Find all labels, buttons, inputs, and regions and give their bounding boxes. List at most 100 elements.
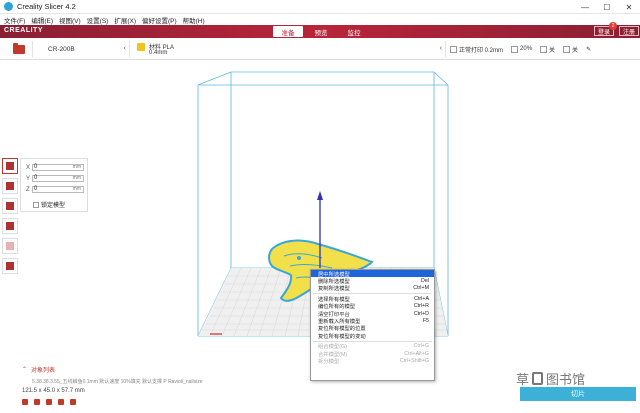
checkbox-icon — [33, 201, 39, 208]
maximize-button[interactable]: ☐ — [596, 0, 618, 14]
expand-arrow-icon: ⌃ — [22, 367, 28, 373]
edit-settings-button[interactable]: ✎ — [586, 46, 591, 53]
support-setting[interactable]: 关 — [540, 45, 555, 54]
mirror-tool[interactable] — [2, 218, 18, 234]
view-front-icon[interactable] — [34, 399, 40, 405]
menu-item-label: 复制所选模型 — [318, 286, 350, 293]
z-position-input[interactable]: 0 mm — [32, 186, 84, 193]
material-icon — [137, 43, 145, 51]
minimize-button[interactable]: — — [574, 0, 596, 14]
z-value: 0 — [34, 186, 38, 192]
adhesion-setting[interactable]: 关 — [563, 45, 578, 54]
y-unit: mm — [72, 175, 81, 181]
chevron-left-icon: ‹ — [439, 45, 442, 52]
menu-item-shortcut: Ctrl+G — [413, 343, 429, 350]
menu-item-shortcut: Ctrl+A — [414, 295, 429, 302]
menu-item-shortcut: Ctrl+D — [413, 310, 429, 317]
menu-item-label: 复位所有模型的变动 — [318, 333, 366, 340]
x-value: 0 — [34, 164, 38, 170]
profile-icon — [450, 45, 457, 53]
menu-edit[interactable]: 编辑(E) — [31, 15, 53, 25]
profile-label: 正常打印 0.2mm — [459, 47, 504, 54]
app-header: CREALITY 准备 预览 监控 登录 2 注册 — [0, 22, 640, 38]
x-position-input[interactable]: 0 mm — [32, 164, 84, 171]
scale-icon — [6, 182, 14, 190]
menu-item-shortcut: Ctrl+R — [413, 303, 429, 310]
support-label: 关 — [549, 47, 556, 54]
printer-selector[interactable]: CR-200B ‹ — [40, 41, 130, 57]
context-menu: 居中所选模型 删除所选模型 Del 复制所选模型 Ctrl+M 选择所有模型 Ctrl… — [310, 269, 435, 381]
menu-extensions[interactable]: 扩展(X) — [114, 15, 136, 25]
rotate-icon — [6, 202, 14, 210]
menu-item-shortcut: Ctrl+M — [413, 285, 429, 292]
support-blocker-tool[interactable] — [2, 258, 18, 274]
mirror-icon — [6, 222, 14, 230]
per-model-settings-tool[interactable] — [2, 238, 18, 254]
view-top-icon[interactable] — [46, 399, 52, 405]
x-unit: mm — [72, 164, 81, 170]
lock-model-checkbox[interactable]: 锁定模型 — [33, 200, 65, 209]
rotate-tool[interactable] — [2, 198, 18, 214]
view-right-icon[interactable] — [70, 399, 76, 405]
print-settings[interactable]: 正常打印 0.2mm 20% 关 关 ✎ — [450, 41, 640, 57]
move-tool[interactable] — [2, 158, 18, 174]
nozzle-size: 0.4mm — [149, 50, 168, 56]
creality-logo: CREALITY — [4, 27, 43, 34]
infill-icon — [511, 45, 519, 53]
menu-view[interactable]: 视图(V) — [59, 15, 81, 25]
slice-button[interactable]: 切片 — [520, 387, 636, 401]
menu-item-shortcut: Ctrl+Shift+G — [399, 357, 429, 364]
tab-monitor[interactable]: 监控 — [339, 26, 369, 37]
menu-item-reset-transforms[interactable]: 复位所有模型的变动 — [311, 332, 434, 340]
close-button[interactable]: ✕ — [618, 0, 640, 14]
menu-bar: 文件(F) 编辑(E) 视图(V) 设置(S) 扩展(X) 偏好设置(P) 帮助… — [0, 14, 640, 25]
object-list-item[interactable]: 5.38.38.3.55_五线鳞鱼0.1mm 默认速度 10%填充 默认支撑 P… — [32, 378, 203, 385]
object-list: ⌃ 对象列表 5.38.38.3.55_五线鳞鱼0.1mm 默认速度 10%填充… — [22, 365, 282, 410]
menu-preferences[interactable]: 偏好设置(P) — [142, 15, 177, 25]
infill-setting[interactable]: 20% — [511, 45, 533, 53]
watermark-text-left: 草 — [516, 373, 530, 388]
menu-item-multiply-selected[interactable]: 复制所选模型 Ctrl+M — [311, 285, 434, 292]
window-title: Creality Slicer 4.2 — [17, 2, 76, 11]
model-dimensions: 121.5 x 45.0 x 57.7 mm — [22, 388, 85, 394]
blocker-icon — [6, 262, 14, 270]
infill-label: 20% — [520, 46, 533, 52]
adhesion-icon — [563, 45, 571, 53]
material-selector[interactable]: 材料 PLA 0.4mm ‹ — [133, 41, 446, 57]
toolbar: CR-200B ‹ 材料 PLA 0.4mm ‹ 正常打印 0.2mm 20% … — [0, 38, 640, 60]
app-logo-icon — [4, 2, 13, 11]
support-icon — [540, 45, 548, 53]
settings-icon — [6, 242, 14, 250]
menu-file[interactable]: 文件(F) — [4, 15, 25, 25]
move-panel: X 0 mm Y 0 mm Z 0 mm 锁定模型 — [20, 158, 88, 212]
tab-preview[interactable]: 预览 — [306, 26, 336, 37]
view-left-icon[interactable] — [58, 399, 64, 405]
menu-item-label: 拆分模型 — [318, 359, 340, 365]
menu-item-shortcut: Del — [421, 278, 429, 285]
notification-badge: 2 — [609, 22, 617, 30]
y-position-input[interactable]: 0 mm — [32, 175, 84, 182]
stage-tabs: 准备 预览 监控 — [273, 26, 372, 37]
menu-item-shortcut: Ctrl+Alt+G — [404, 350, 429, 357]
object-list-title: 对象列表 — [31, 368, 56, 374]
menu-item-ungroup[interactable]: 拆分模型 Ctrl+Shift+G — [311, 357, 434, 365]
object-list-toggle[interactable]: ⌃ 对象列表 — [22, 365, 55, 374]
profile-setting[interactable]: 正常打印 0.2mm — [450, 45, 503, 54]
watermark: 草 图书馆 — [516, 369, 585, 388]
title-bar: Creality Slicer 4.2 — ☐ ✕ — [0, 0, 640, 14]
watermark-text-right: 图书馆 — [546, 373, 586, 388]
folder-icon — [12, 42, 25, 54]
menu-item-shortcut: F5 — [422, 318, 429, 325]
register-button[interactable]: 注册 — [619, 26, 640, 36]
window-controls: — ☐ ✕ — [574, 0, 640, 14]
chevron-left-icon: ‹ — [123, 45, 126, 52]
scale-tool[interactable] — [2, 178, 18, 194]
move-icon — [6, 162, 14, 170]
lock-model-label: 锁定模型 — [41, 203, 66, 209]
menu-settings[interactable]: 设置(S) — [87, 15, 109, 25]
open-file-button[interactable] — [5, 41, 33, 57]
y-value: 0 — [34, 175, 38, 181]
tab-prepare[interactable]: 准备 — [273, 26, 303, 37]
view-3d-icon[interactable] — [22, 399, 28, 405]
menu-help[interactable]: 帮助(H) — [183, 15, 205, 25]
